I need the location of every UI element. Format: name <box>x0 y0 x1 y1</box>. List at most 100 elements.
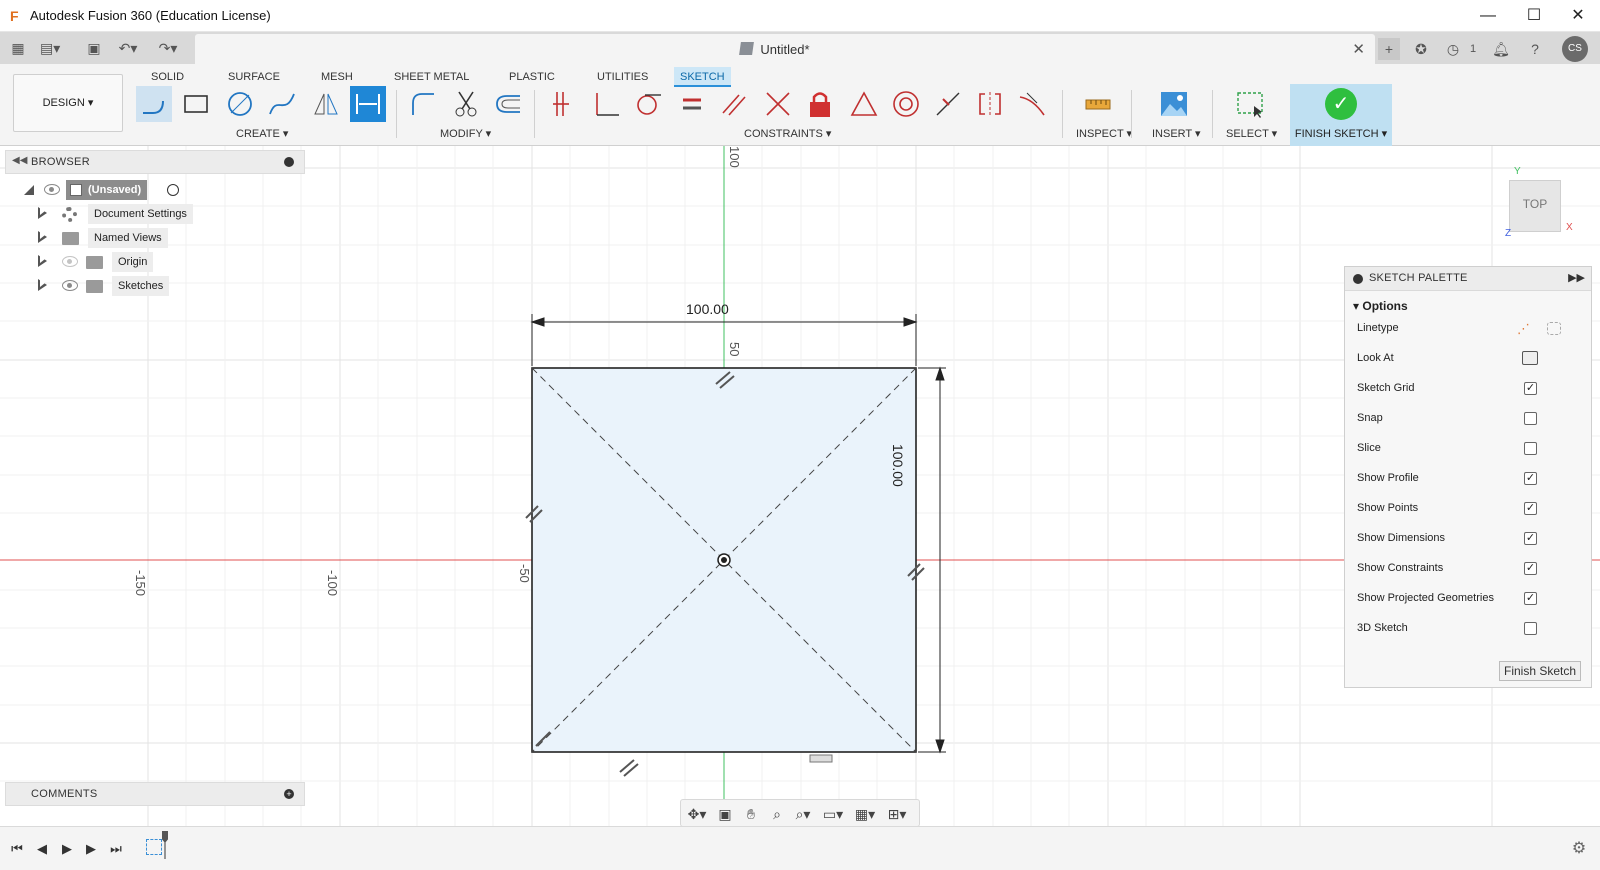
mirror-tool-icon[interactable] <box>308 86 344 122</box>
midpoint-constraint-icon[interactable] <box>930 86 966 122</box>
snap-checkbox[interactable] <box>1524 412 1537 425</box>
tab-sheet-metal[interactable]: SHEET METAL <box>388 67 475 87</box>
option-show-projected-geometries[interactable]: Show Projected Geometries ✓ <box>1357 589 1583 609</box>
minimize-button[interactable]: — <box>1468 4 1508 28</box>
display-settings-icon[interactable]: ▭▾ <box>821 804 845 824</box>
file-menu-icon[interactable]: ▤▾ <box>40 38 60 58</box>
workspace-switcher-button[interactable]: DESIGN ▾ <box>13 74 123 132</box>
timeline-play-icon[interactable]: ▶ <box>58 841 76 857</box>
show-profile-checkbox[interactable]: ✓ <box>1524 472 1537 485</box>
select-group-label[interactable]: SELECT ▾ <box>1226 127 1277 140</box>
palette-minimize-icon[interactable] <box>1353 274 1363 284</box>
collinear-constraint-icon[interactable] <box>760 86 796 122</box>
redo-icon[interactable]: ↷▾ <box>158 38 178 58</box>
options-section-header[interactable]: ▾ Options <box>1353 299 1408 313</box>
zoom-icon[interactable]: ⌕ <box>765 804 789 824</box>
browser-item-label[interactable]: Document Settings <box>88 204 193 224</box>
option-slice[interactable]: Slice <box>1357 439 1583 459</box>
tab-plastic[interactable]: PLASTIC <box>503 67 561 87</box>
modify-group-label[interactable]: MODIFY ▾ <box>440 127 491 140</box>
look-at-icon[interactable]: ▣ <box>713 804 737 824</box>
timeline-last-icon[interactable]: ⏭ <box>107 841 125 857</box>
palette-expand-icon[interactable]: ▶▶ <box>1568 271 1585 284</box>
undo-icon[interactable]: ↶▾ <box>118 38 138 58</box>
concentric-constraint-icon[interactable] <box>888 86 924 122</box>
orbit-move-icon[interactable]: ✥▾ <box>685 804 709 824</box>
palette-finish-sketch-button[interactable]: Finish Sketch <box>1499 661 1581 681</box>
timeline-settings-gear-icon[interactable]: ⚙ <box>1570 841 1588 857</box>
pan-hand-icon[interactable]: ✋︎ <box>739 804 763 824</box>
timeline-marker[interactable] <box>162 831 168 859</box>
trim-scissors-icon[interactable] <box>448 86 484 122</box>
tangent-constraint-icon[interactable] <box>630 86 666 122</box>
offset-tool-icon[interactable] <box>490 86 526 122</box>
data-panel-grid-icon[interactable]: ▦ <box>8 38 28 58</box>
collapse-browser-icon[interactable]: ◀◀ <box>12 155 27 166</box>
comments-panel-header[interactable]: COMMENTS + <box>5 782 305 806</box>
finish-sketch-button[interactable]: ✓ FINISH SKETCH ▾ <box>1290 84 1392 146</box>
help-icon[interactable]: ? <box>1524 38 1546 60</box>
browser-panel-header[interactable]: ◀◀ BROWSER <box>5 150 305 174</box>
option-show-dimensions[interactable]: Show Dimensions ✓ <box>1357 529 1583 549</box>
option-snap[interactable]: Snap <box>1357 409 1583 429</box>
insert-image-icon[interactable] <box>1156 86 1192 122</box>
close-window-button[interactable]: ✕ <box>1558 4 1598 28</box>
vertical-dimension-value[interactable]: 100.00 <box>890 444 906 487</box>
fit-zoom-window-icon[interactable]: ⌕▾ <box>791 804 815 824</box>
tab-utilities[interactable]: UTILITIES <box>591 67 654 87</box>
look-at-icon[interactable] <box>1522 351 1538 365</box>
curvature-constraint-icon[interactable] <box>1014 86 1050 122</box>
spline-tool-icon[interactable] <box>264 86 300 122</box>
visibility-eye-icon[interactable] <box>44 184 60 195</box>
view-cube-face-label[interactable]: TOP <box>1510 197 1560 211</box>
constraints-group-label[interactable]: CONSTRAINTS ▾ <box>744 127 831 140</box>
slice-checkbox[interactable] <box>1524 442 1537 455</box>
fillet-tool-icon[interactable] <box>404 86 440 122</box>
browser-minimize-icon[interactable] <box>284 157 294 167</box>
save-icon[interactable]: ▣ <box>84 38 104 58</box>
notifications-bell-icon[interactable]: 🔔︎ <box>1490 38 1512 60</box>
line-tool-icon[interactable] <box>136 86 172 122</box>
new-tab-plus-icon[interactable]: + <box>1378 38 1400 60</box>
fix-lock-icon[interactable] <box>802 86 838 122</box>
symmetry-constraint-icon[interactable] <box>972 86 1008 122</box>
close-document-icon[interactable]: ✕ <box>1352 40 1365 58</box>
extensions-icon[interactable]: ✪ <box>1410 38 1432 60</box>
tab-surface[interactable]: SURFACE <box>222 67 286 87</box>
sketch-palette-header[interactable]: SKETCH PALETTE ▶▶ <box>1345 267 1591 291</box>
sketch-dimension-tool-icon[interactable] <box>350 86 386 122</box>
job-status-clock-icon[interactable]: ◷ <box>1442 38 1464 60</box>
option-sketch-grid[interactable]: Sketch Grid ✓ <box>1357 379 1583 399</box>
browser-item-named-views[interactable]: Named Views <box>38 228 198 248</box>
maximize-button[interactable]: ☐ <box>1514 4 1554 28</box>
create-group-label[interactable]: CREATE ▾ <box>236 127 288 140</box>
add-comment-icon[interactable]: + <box>284 789 294 799</box>
rectangle-tool-icon[interactable] <box>178 86 214 122</box>
browser-item-label[interactable]: Origin <box>112 252 154 272</box>
tab-sketch[interactable]: SKETCH <box>674 67 731 87</box>
circle-tool-icon[interactable] <box>222 86 258 122</box>
perpendicular-constraint-icon[interactable] <box>588 86 624 122</box>
browser-item-origin[interactable]: Origin <box>38 252 198 272</box>
show-dimensions-checkbox[interactable]: ✓ <box>1524 532 1537 545</box>
equal-constraint-icon[interactable] <box>674 86 710 122</box>
viewports-icon[interactable]: ⊞▾ <box>885 804 909 824</box>
tab-solid[interactable]: SOLID <box>145 67 190 87</box>
activate-radio-icon[interactable] <box>167 184 179 196</box>
document-tab[interactable]: Untitled* ✕ <box>195 34 1375 64</box>
horizontal-dimension-value[interactable]: 100.00 <box>686 301 729 317</box>
timeline-first-icon[interactable]: ⏮ <box>8 841 26 857</box>
show-constraints-checkbox[interactable]: ✓ <box>1524 562 1537 575</box>
select-window-icon[interactable] <box>1232 86 1268 122</box>
option-show-points[interactable]: Show Points ✓ <box>1357 499 1583 519</box>
browser-root-node[interactable]: (Unsaved) <box>22 180 192 200</box>
parallel-constraint-icon[interactable] <box>716 86 752 122</box>
timeline-sketch-feature-icon[interactable] <box>146 839 162 855</box>
grid-snaps-icon[interactable]: ▦▾ <box>853 804 877 824</box>
show-points-checkbox[interactable]: ✓ <box>1524 502 1537 515</box>
sketch-grid-checkbox[interactable]: ✓ <box>1524 382 1537 395</box>
user-avatar[interactable]: CS <box>1562 36 1588 62</box>
collapse-triangle-icon[interactable] <box>22 183 36 197</box>
inspect-group-label[interactable]: INSPECT ▾ <box>1076 127 1132 140</box>
view-cube[interactable]: TOP <box>1509 180 1561 232</box>
